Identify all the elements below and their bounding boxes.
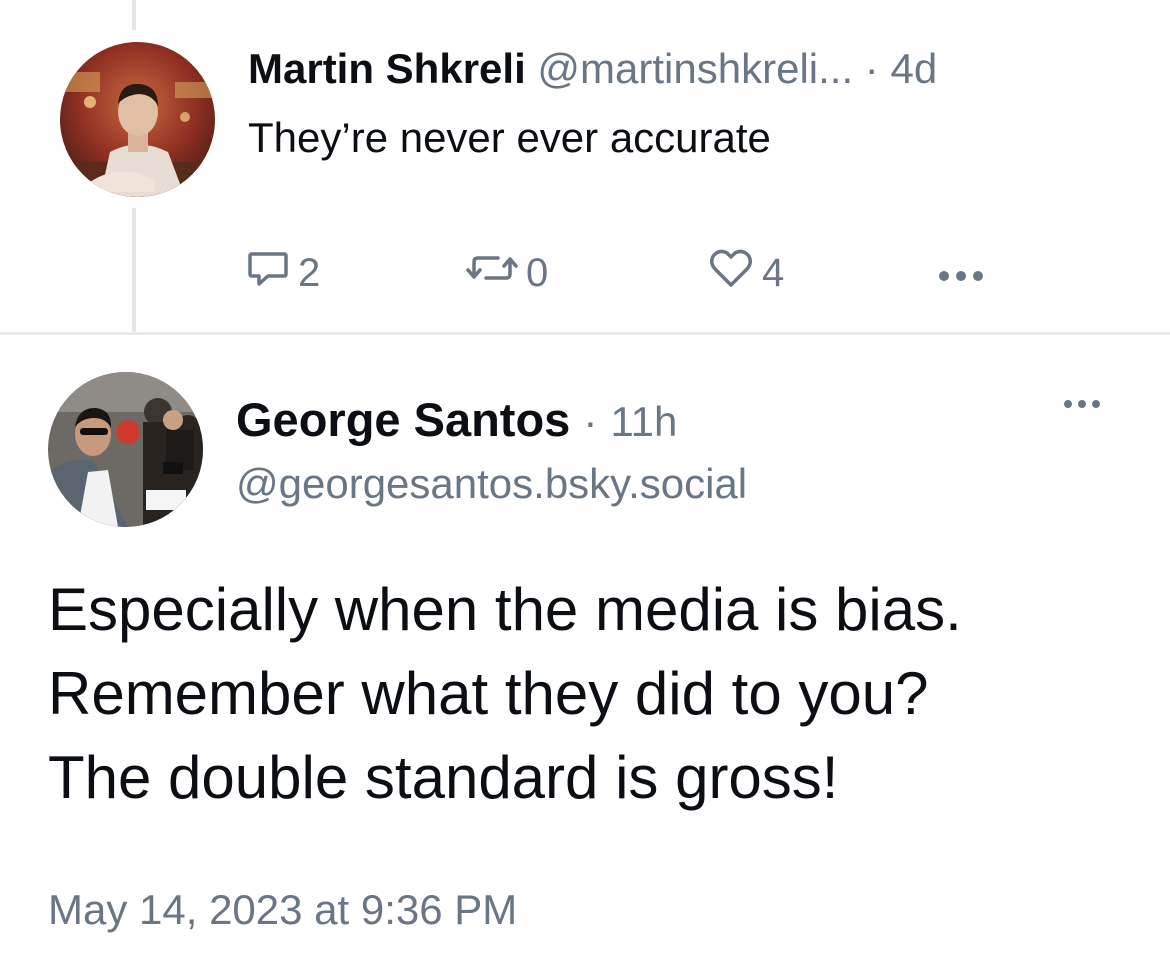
- post-author-avatar[interactable]: [48, 372, 203, 527]
- like-count: 4: [762, 250, 785, 295]
- separator-dot: ·: [864, 45, 879, 92]
- post-thread-view: Martin Shkreli @martinshkreli... · 4d Th…: [0, 0, 1170, 963]
- separator-dot: ·: [583, 398, 598, 445]
- reply-text: They’re never ever accurate: [248, 114, 771, 161]
- reply-time-ago: 4d: [890, 45, 938, 92]
- post-time-ago: 11h: [610, 398, 678, 445]
- more-icon: [1062, 400, 1102, 418]
- reply-icon: [246, 246, 290, 300]
- post-body-line: Especially when the media is bias.: [48, 576, 962, 643]
- repost-icon: [466, 246, 518, 300]
- reply-button[interactable]: 2: [246, 246, 320, 300]
- repost-button[interactable]: 0: [466, 246, 548, 300]
- post-timestamp: May 14, 2023 at 9:36 PM: [48, 886, 518, 933]
- like-icon: [708, 246, 754, 300]
- divider: [0, 332, 1170, 335]
- reply-author-avatar[interactable]: [60, 42, 215, 197]
- post-author-name[interactable]: George Santos: [236, 393, 570, 446]
- post-author-handle[interactable]: @georgesantos.bsky.social: [236, 458, 747, 510]
- reply-more-button[interactable]: [936, 246, 986, 300]
- thread-line: [132, 208, 136, 333]
- repost-count: 0: [526, 250, 549, 295]
- more-icon: [936, 251, 986, 296]
- post-body-line: The double standard is gross!: [48, 744, 839, 811]
- post-body: Especially when the media is bias. Remem…: [48, 568, 1148, 820]
- like-button[interactable]: 4: [708, 246, 784, 300]
- post-body-line: Remember what they did to you?: [48, 660, 929, 727]
- thread-line: [132, 0, 136, 30]
- reply-author-handle[interactable]: @martinshkreli...: [537, 45, 853, 92]
- reply-author-name[interactable]: Martin Shkreli: [248, 45, 526, 92]
- post-header: George Santos · 11h: [236, 392, 677, 450]
- reply-header: Martin Shkreli @martinshkreli... · 4d: [248, 44, 937, 94]
- reply-count: 2: [298, 250, 321, 295]
- post-more-button[interactable]: [1062, 394, 1102, 419]
